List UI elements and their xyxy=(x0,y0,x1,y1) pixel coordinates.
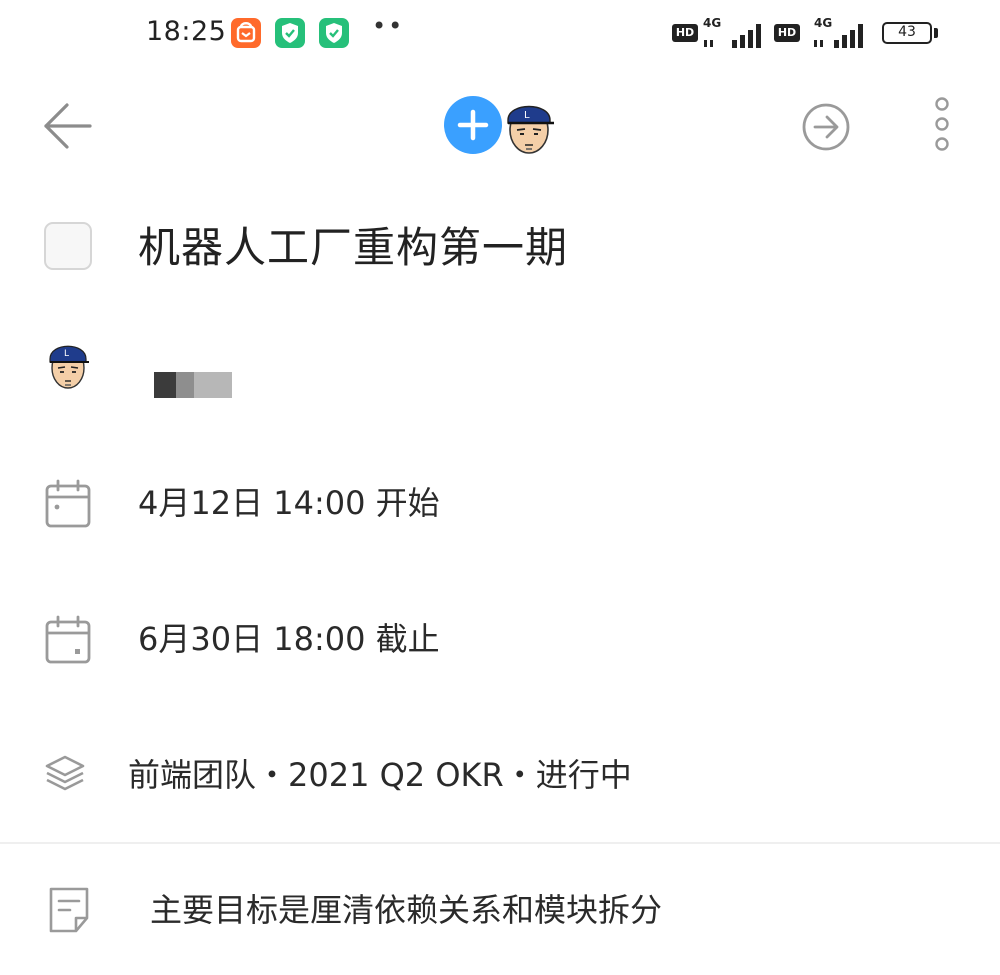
sim2-signal: HD 4G xyxy=(774,16,874,50)
shield-icon xyxy=(275,18,305,48)
avatar-icon: L xyxy=(507,105,554,154)
calendar-start-icon xyxy=(44,478,92,530)
battery-level: 43 xyxy=(898,24,916,40)
redaction-block xyxy=(176,372,194,398)
assignee-avatar[interactable]: L xyxy=(44,336,92,392)
sim1-signal: HD 4G xyxy=(672,16,764,50)
hd-badge: HD xyxy=(672,24,698,42)
plus-icon xyxy=(457,109,489,141)
add-member-button[interactable] xyxy=(444,96,502,154)
member-avatars: L xyxy=(444,96,556,156)
arrow-left-icon xyxy=(44,103,92,149)
back-button[interactable] xyxy=(40,100,96,152)
arrow-right-circle-icon xyxy=(802,103,850,151)
start-time[interactable]: 4月12日 14:00 开始 xyxy=(138,483,440,523)
hd-badge: HD xyxy=(774,24,800,42)
more-notifications-indicator: •• xyxy=(372,12,405,40)
redaction-block xyxy=(154,372,176,398)
taobao-icon xyxy=(231,18,261,48)
layers-icon xyxy=(42,752,88,798)
member-avatar[interactable]: L xyxy=(500,96,558,156)
signal-bars-icon xyxy=(814,24,863,48)
more-vertical-icon xyxy=(935,97,949,151)
shield-icon xyxy=(319,18,349,48)
signal-bars-icon xyxy=(704,24,761,48)
status-bar: 18:25 •• HD 4G HD 4G 43 xyxy=(0,0,1000,70)
note-icon xyxy=(46,884,92,936)
project-path[interactable]: 前端团队・2021 Q2 OKR・进行中 xyxy=(128,755,632,795)
share-button[interactable] xyxy=(800,101,852,153)
battery-tip xyxy=(934,28,938,38)
assignee-name-redacted[interactable] xyxy=(154,372,232,398)
redaction-block xyxy=(194,372,232,398)
calendar-due-icon xyxy=(44,614,92,666)
due-time[interactable]: 6月30日 18:00 截止 xyxy=(138,619,440,659)
avatar-icon: L xyxy=(49,345,89,389)
divider xyxy=(0,842,1000,844)
task-title[interactable]: 机器人工厂重构第一期 xyxy=(138,222,568,274)
svg-text:L: L xyxy=(64,349,69,359)
svg-text:L: L xyxy=(524,110,530,121)
status-time: 18:25 xyxy=(146,16,227,47)
task-complete-checkbox[interactable] xyxy=(44,222,92,270)
battery-icon: 43 xyxy=(882,22,932,44)
more-button[interactable] xyxy=(926,96,960,156)
task-description[interactable]: 主要目标是厘清依赖关系和模块拆分 xyxy=(150,890,662,930)
